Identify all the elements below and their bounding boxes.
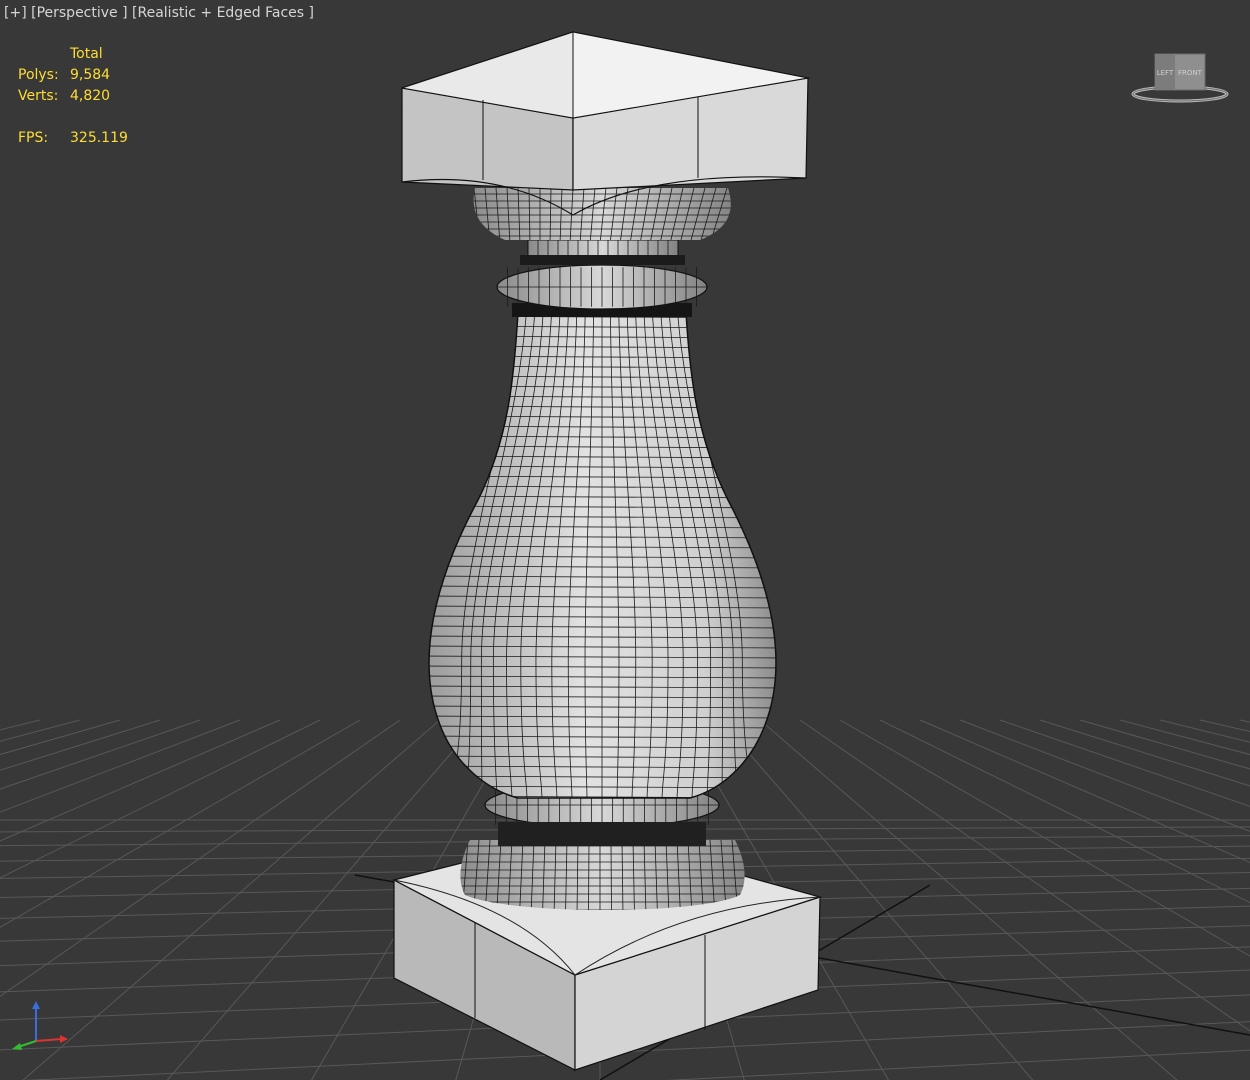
perspective-viewport[interactable]: [+] [Perspective ] [Realistic + Edged Fa…: [0, 0, 1250, 1080]
capital-ring: [473, 188, 731, 240]
baluster-body: [428, 311, 777, 799]
stats-header: Total: [70, 46, 103, 62]
axis-tripod-icon: [12, 1001, 68, 1050]
stats-fps-row: FPS: 325.119: [18, 128, 128, 149]
viewport-shading-button[interactable]: [Realistic + Edged Faces ]: [132, 5, 314, 21]
fps-value: 325.119: [70, 130, 128, 146]
polys-value: 9,584: [70, 67, 111, 83]
top-block: [401, 31, 811, 216]
statistics-overlay: Total Polys: 9,584 Verts: 4,820 FPS: 325…: [18, 44, 128, 149]
viewcube-icon[interactable]: LEFT FRONT: [1130, 50, 1230, 106]
stats-polys-row: Polys: 9,584: [18, 65, 128, 86]
polys-label: Polys:: [18, 67, 59, 83]
scene-canvas[interactable]: [0, 0, 1250, 1080]
viewcube-front-face[interactable]: FRONT: [1178, 69, 1203, 77]
viewport-label: [+] [Perspective ] [Realistic + Edged Fa…: [4, 5, 314, 21]
verts-value: 4,820: [70, 88, 111, 104]
viewport-menu-button[interactable]: [+]: [4, 5, 27, 21]
viewcube-left-face[interactable]: LEFT: [1157, 69, 1174, 77]
lower-collar: [460, 782, 745, 910]
verts-label: Verts:: [18, 88, 59, 104]
upper-ring: [496, 239, 708, 317]
stats-verts-row: Verts: 4,820: [18, 86, 128, 107]
fps-label: FPS:: [18, 130, 49, 146]
viewport-view-button[interactable]: [Perspective ]: [31, 5, 127, 21]
